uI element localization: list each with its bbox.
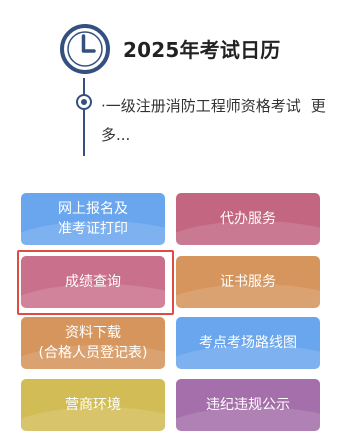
tile-label: 代办服务 xyxy=(220,211,276,227)
tile-label: 网上报名及 准考证打印 xyxy=(58,201,128,237)
score-query-button[interactable]: 成绩查询 xyxy=(21,256,165,308)
clock-icon xyxy=(60,24,110,74)
online-registration-button[interactable]: 网上报名及 准考证打印 xyxy=(21,193,165,245)
violation-notice-button[interactable]: 违纪违规公示 xyxy=(176,379,320,431)
tile-label: 资料下载 (合格人员登记表) xyxy=(38,325,148,361)
calendar-event-item[interactable]: ·一级注册消防工程师资格考试 更多... xyxy=(101,92,337,150)
exam-venue-route-button[interactable]: 考点考场路线图 xyxy=(176,317,320,369)
timeline-line xyxy=(83,78,85,156)
certificate-service-button[interactable]: 证书服务 xyxy=(176,256,320,308)
tile-label: 营商环境 xyxy=(65,397,121,413)
timeline-dot xyxy=(76,94,92,110)
business-environment-button[interactable]: 营商环境 xyxy=(21,379,165,431)
exam-calendar-section: 2025年考试日历 ·一级注册消防工程师资格考试 更多... xyxy=(0,0,342,178)
tile-label: 违纪违规公示 xyxy=(206,397,290,413)
agency-service-button[interactable]: 代办服务 xyxy=(176,193,320,245)
materials-download-button[interactable]: 资料下载 (合格人员登记表) xyxy=(21,317,165,369)
calendar-title: 2025年考试日历 xyxy=(123,38,281,62)
tile-label: 成绩查询 xyxy=(65,274,121,290)
tile-label: 考点考场路线图 xyxy=(199,335,297,351)
event-title-link[interactable]: 一级注册消防工程师资格考试 xyxy=(106,97,301,115)
tile-label: 证书服务 xyxy=(220,274,276,290)
